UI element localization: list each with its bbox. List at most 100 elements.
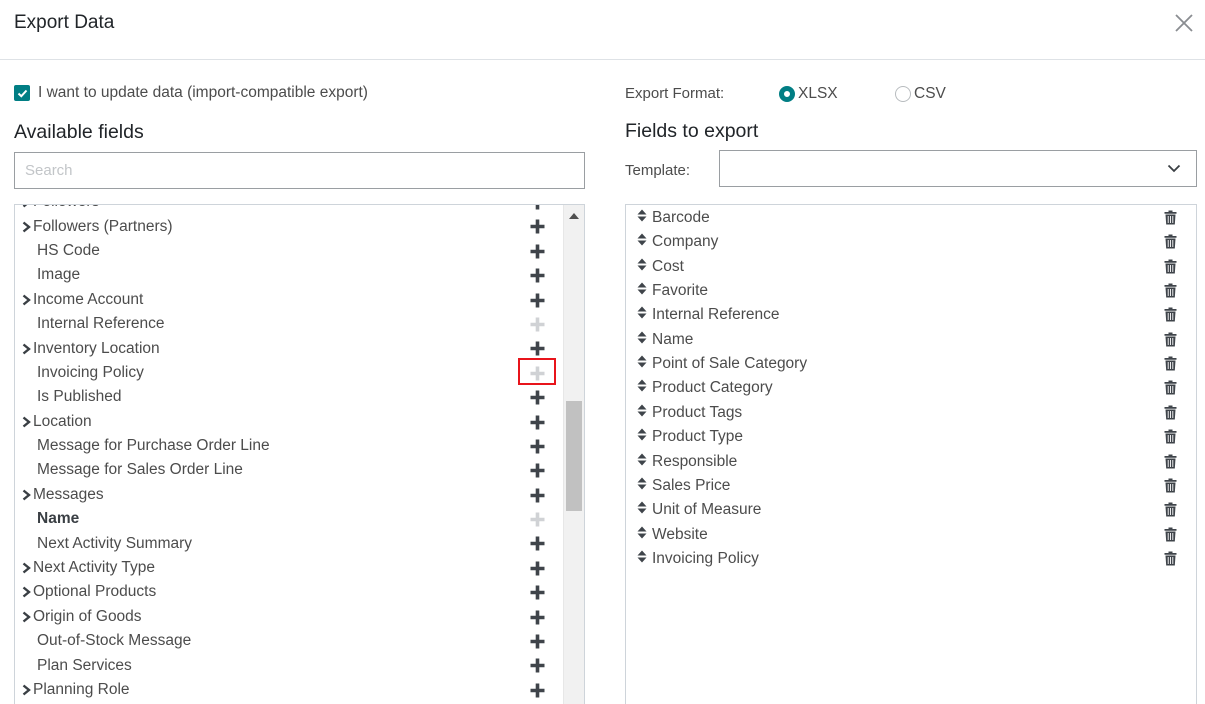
remove-field-button[interactable]: [1164, 332, 1177, 347]
available-field-row[interactable]: Messages: [15, 483, 563, 507]
format-radio-csv[interactable]: CSV: [895, 85, 946, 103]
export-field-row[interactable]: Product Category: [626, 376, 1196, 400]
chevron-right-icon[interactable]: [15, 562, 33, 574]
sort-handle-icon[interactable]: [637, 453, 649, 471]
sort-handle-icon[interactable]: [637, 233, 649, 251]
available-field-row[interactable]: Followers: [15, 205, 563, 214]
chevron-right-icon[interactable]: [15, 611, 33, 623]
available-field-row[interactable]: Name: [15, 507, 563, 531]
available-field-row[interactable]: Planning Role: [15, 678, 563, 702]
sort-handle-icon[interactable]: [637, 428, 649, 446]
remove-field-button[interactable]: [1164, 551, 1177, 566]
add-field-button[interactable]: [530, 585, 545, 600]
remove-field-button[interactable]: [1164, 454, 1177, 469]
add-field-button[interactable]: [530, 683, 545, 698]
remove-field-button[interactable]: [1164, 234, 1177, 249]
chevron-right-icon[interactable]: [15, 294, 33, 306]
chevron-right-icon[interactable]: [15, 416, 33, 428]
sort-handle-icon[interactable]: [637, 331, 649, 349]
sort-handle-icon[interactable]: [637, 379, 649, 397]
scroll-up-icon[interactable]: [569, 213, 579, 219]
export-field-row[interactable]: Company: [626, 230, 1196, 254]
sort-handle-icon[interactable]: [637, 282, 649, 300]
template-select[interactable]: [719, 150, 1197, 187]
export-field-row[interactable]: Name: [626, 328, 1196, 352]
sort-handle-icon[interactable]: [637, 258, 649, 276]
remove-field-button[interactable]: [1164, 307, 1177, 322]
import-compatible-checkbox-row[interactable]: I want to update data (import-compatible…: [14, 84, 368, 102]
add-field-button[interactable]: [530, 536, 545, 551]
available-field-row[interactable]: Is Published: [15, 385, 563, 409]
add-field-button[interactable]: [530, 268, 545, 283]
export-field-row[interactable]: Barcode: [626, 206, 1196, 230]
add-field-button[interactable]: [530, 205, 545, 210]
export-field-row[interactable]: Website: [626, 523, 1196, 547]
available-field-row[interactable]: Plan Services: [15, 653, 563, 677]
remove-field-button[interactable]: [1164, 429, 1177, 444]
available-field-row[interactable]: Followers (Partners): [15, 214, 563, 238]
search-input[interactable]: [14, 152, 585, 189]
import-compatible-checkbox[interactable]: [14, 85, 30, 101]
add-field-button[interactable]: [530, 634, 545, 649]
remove-field-button[interactable]: [1164, 356, 1177, 371]
chevron-right-icon[interactable]: [15, 586, 33, 598]
remove-field-button[interactable]: [1164, 380, 1177, 395]
remove-field-button[interactable]: [1164, 283, 1177, 298]
available-field-row[interactable]: Optional Products: [15, 580, 563, 604]
add-field-button[interactable]: [530, 415, 545, 430]
chevron-right-icon[interactable]: [15, 221, 33, 233]
scrollbar[interactable]: [563, 205, 584, 704]
remove-field-button[interactable]: [1164, 259, 1177, 274]
export-field-row[interactable]: Invoicing Policy: [626, 547, 1196, 571]
available-field-row[interactable]: Internal Reference: [15, 312, 563, 336]
available-field-row[interactable]: Message for Sales Order Line: [15, 458, 563, 482]
sort-handle-icon[interactable]: [637, 306, 649, 324]
add-field-button[interactable]: [530, 512, 545, 527]
available-field-row[interactable]: Out-of-Stock Message: [15, 629, 563, 653]
sort-handle-icon[interactable]: [637, 404, 649, 422]
available-field-row[interactable]: Image: [15, 263, 563, 287]
export-field-row[interactable]: Cost: [626, 255, 1196, 279]
available-field-row[interactable]: Next Activity Summary: [15, 531, 563, 555]
add-field-button[interactable]: [530, 610, 545, 625]
available-field-row[interactable]: Next Activity Type: [15, 556, 563, 580]
add-field-button[interactable]: [530, 390, 545, 405]
available-field-row[interactable]: Income Account: [15, 288, 563, 312]
add-field-button[interactable]: [530, 439, 545, 454]
add-field-button[interactable]: [530, 244, 545, 259]
sort-handle-icon[interactable]: [637, 526, 649, 544]
add-field-button[interactable]: [530, 341, 545, 356]
add-field-button[interactable]: [530, 293, 545, 308]
add-field-button[interactable]: [530, 219, 545, 234]
chevron-right-icon[interactable]: [15, 684, 33, 696]
available-field-row[interactable]: Invoicing Policy: [15, 357, 563, 385]
export-field-row[interactable]: Point of Sale Category: [626, 352, 1196, 376]
export-field-row[interactable]: Sales Price: [626, 474, 1196, 498]
export-field-row[interactable]: Favorite: [626, 279, 1196, 303]
export-field-row[interactable]: Product Type: [626, 425, 1196, 449]
close-button[interactable]: [1171, 10, 1197, 36]
chevron-right-icon[interactable]: [15, 343, 33, 355]
add-field-button[interactable]: [530, 463, 545, 478]
format-radio-xlsx[interactable]: XLSX: [779, 85, 838, 103]
sort-handle-icon[interactable]: [637, 550, 649, 568]
export-field-row[interactable]: Responsible: [626, 450, 1196, 474]
export-field-row[interactable]: Internal Reference: [626, 303, 1196, 327]
chevron-right-icon[interactable]: [15, 205, 33, 208]
add-field-button[interactable]: [530, 488, 545, 503]
sort-handle-icon[interactable]: [637, 209, 649, 227]
remove-field-button[interactable]: [1164, 478, 1177, 493]
available-field-row[interactable]: Message for Purchase Order Line: [15, 434, 563, 458]
available-field-row[interactable]: Origin of Goods: [15, 605, 563, 629]
remove-field-button[interactable]: [1164, 210, 1177, 225]
sort-handle-icon[interactable]: [637, 477, 649, 495]
chevron-right-icon[interactable]: [15, 489, 33, 501]
scroll-thumb[interactable]: [566, 401, 582, 511]
sort-handle-icon[interactable]: [637, 501, 649, 519]
add-field-button[interactable]: [530, 366, 545, 381]
available-field-row[interactable]: Location: [15, 410, 563, 434]
export-field-row[interactable]: Product Tags: [626, 401, 1196, 425]
available-field-row[interactable]: Inventory Location: [15, 336, 563, 360]
add-field-button[interactable]: [530, 561, 545, 576]
add-field-button[interactable]: [530, 658, 545, 673]
